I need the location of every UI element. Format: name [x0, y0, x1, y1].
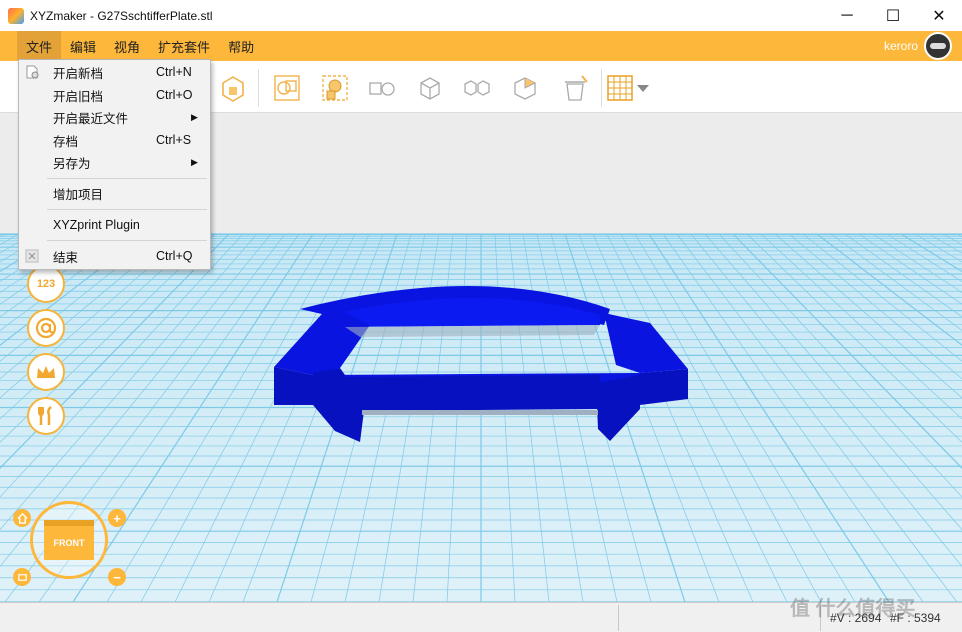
grid-dropdown-chevron-down-icon[interactable]	[637, 85, 649, 92]
avatar[interactable]	[924, 32, 952, 60]
exit-icon	[25, 249, 39, 263]
shape-icon[interactable]	[218, 73, 248, 103]
menu-item-save-as[interactable]: 另存为 ▶	[19, 151, 210, 173]
submenu-arrow-icon: ▶	[191, 111, 198, 122]
home-icon	[16, 512, 28, 524]
watermark: 值 什么值得买	[790, 598, 916, 620]
align-icon[interactable]	[320, 73, 350, 103]
menu-extensions[interactable]: 扩充套件	[149, 31, 219, 61]
minimize-button[interactable]: ─	[824, 0, 870, 31]
title-bar: XYZmaker - G27SschtifferPlate.stl ─ ☐ ✕	[0, 0, 962, 31]
menu-bar: 文件 编辑 视角 扩充套件 帮助 keroro	[0, 31, 962, 61]
user-name[interactable]: keroro	[884, 39, 918, 53]
group-icon[interactable]	[272, 73, 302, 103]
solid-icon[interactable]	[415, 73, 445, 103]
menu-item-xyzprint-plugin[interactable]: XYZprint Plugin	[19, 214, 210, 236]
text-at-button[interactable]	[27, 309, 65, 347]
new-file-icon	[26, 65, 39, 79]
menu-item-recent[interactable]: 开启最近文件 ▶	[19, 106, 210, 128]
at-icon	[35, 317, 57, 339]
menu-item-add-project[interactable]: 增加项目	[19, 182, 210, 204]
crown-button[interactable]	[27, 353, 65, 391]
file-menu-dropdown: 开启新档 Ctrl+N 开启旧档 Ctrl+O 开启最近文件 ▶ 存档 Ctrl…	[18, 59, 211, 270]
menu-item-new[interactable]: 开启新档 Ctrl+N	[19, 61, 210, 83]
menu-separator	[47, 178, 207, 179]
window-controls: ─ ☐ ✕	[824, 0, 962, 31]
trash-icon[interactable]	[560, 73, 590, 103]
fit-view-button[interactable]	[13, 568, 31, 586]
menu-view[interactable]: 视角	[105, 31, 149, 61]
window-title: XYZmaker - G27SschtifferPlate.stl	[30, 8, 213, 23]
submenu-arrow-icon: ▶	[191, 156, 198, 167]
tools-button[interactable]	[27, 397, 65, 435]
menu-separator	[47, 240, 207, 241]
tools-icon	[38, 406, 52, 425]
menu-item-exit[interactable]: 结束 Ctrl+Q	[19, 245, 210, 267]
crown-icon	[37, 366, 55, 378]
zoom-in-button[interactable]: +	[108, 509, 126, 527]
menu-item-save[interactable]: 存档 Ctrl+S	[19, 129, 210, 151]
fit-view-icon	[17, 573, 27, 581]
menu-item-open[interactable]: 开启旧档 Ctrl+O	[19, 84, 210, 106]
app-logo-icon	[8, 7, 24, 24]
grid-icon[interactable]	[605, 73, 635, 103]
menu-file[interactable]: 文件	[17, 31, 62, 61]
number-icon: 123	[36, 278, 56, 290]
maximize-button[interactable]: ☐	[870, 0, 916, 31]
view-cube-front[interactable]: FRONT	[44, 520, 94, 560]
close-button[interactable]: ✕	[916, 0, 962, 31]
menu-separator	[47, 209, 207, 210]
menu-edit[interactable]: 编辑	[61, 31, 105, 61]
home-button[interactable]	[13, 509, 31, 527]
hollow-icon[interactable]	[510, 73, 540, 103]
zoom-out-button[interactable]: −	[108, 568, 126, 586]
user-area[interactable]: keroro	[884, 31, 952, 61]
mirror-icon[interactable]	[462, 73, 492, 103]
number-button[interactable]: 123	[27, 265, 65, 303]
menu-help[interactable]: 帮助	[219, 31, 263, 61]
primitives-icon[interactable]	[367, 73, 397, 103]
